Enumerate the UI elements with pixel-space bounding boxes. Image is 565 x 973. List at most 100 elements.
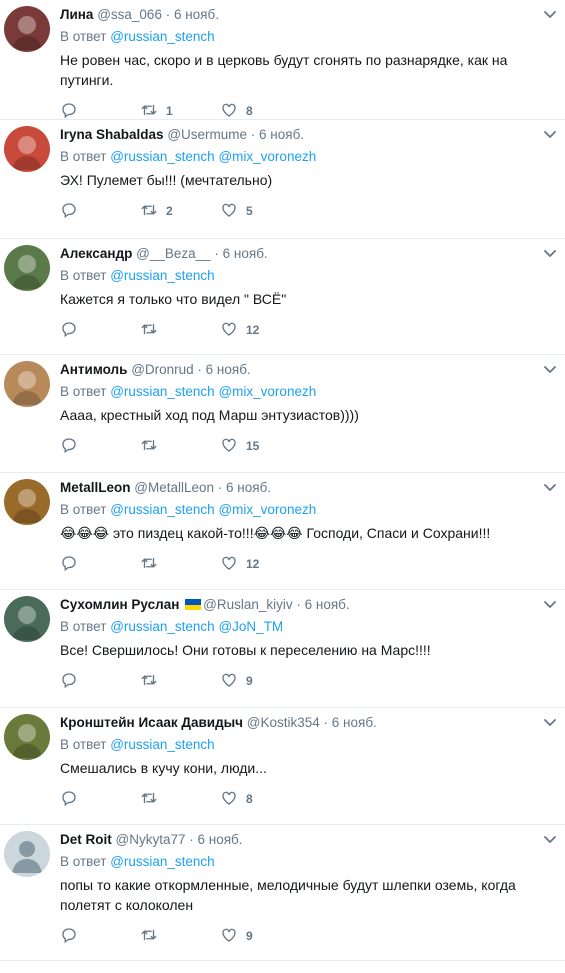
tweet-item[interactable]: MetallLeon @MetallLeon · 6 нояб. В ответ … bbox=[0, 473, 565, 590]
like-count: 9 bbox=[246, 929, 253, 943]
separator-dot: · bbox=[161, 7, 174, 22]
retweet-icon bbox=[140, 926, 166, 947]
display-name[interactable]: Iryna Shabaldas bbox=[60, 127, 164, 142]
avatar[interactable] bbox=[4, 6, 50, 52]
reply-prefix: В ответ bbox=[60, 854, 107, 869]
avatar[interactable] bbox=[4, 714, 50, 760]
mention-link[interactable]: @russian_stench bbox=[110, 737, 215, 752]
reply-button[interactable] bbox=[60, 320, 140, 341]
retweet-button[interactable] bbox=[140, 554, 220, 575]
separator-dot: · bbox=[185, 832, 198, 847]
timestamp[interactable]: 6 нояб. bbox=[198, 832, 243, 847]
timestamp[interactable]: 6 нояб. bbox=[223, 246, 268, 261]
avatar[interactable] bbox=[4, 479, 50, 525]
chevron-down-icon[interactable] bbox=[543, 598, 557, 612]
tweet-item[interactable]: Александр @__Beza__ · 6 нояб. В ответ @ru… bbox=[0, 239, 565, 355]
retweet-button[interactable]: 1 bbox=[140, 101, 220, 122]
display-name[interactable]: Лина bbox=[60, 7, 93, 22]
chevron-down-icon[interactable] bbox=[543, 363, 557, 377]
like-button[interactable]: 9 bbox=[220, 671, 300, 692]
reply-context: В ответ @russian_stench bbox=[60, 28, 535, 46]
reply-button[interactable] bbox=[60, 554, 140, 575]
mention-link[interactable]: @russian_stench bbox=[110, 854, 215, 869]
reply-button[interactable] bbox=[60, 201, 140, 222]
timestamp[interactable]: 6 нояб. bbox=[174, 7, 219, 22]
mention-link[interactable]: @mix_voronezh bbox=[218, 502, 316, 517]
display-name[interactable]: Александр bbox=[60, 246, 132, 261]
like-button[interactable]: 8 bbox=[220, 101, 300, 122]
separator-dot: · bbox=[292, 597, 305, 612]
chevron-down-icon[interactable] bbox=[543, 833, 557, 847]
tweet-actions: 12 bbox=[60, 551, 535, 577]
mention-link[interactable]: @mix_voronezh bbox=[218, 384, 316, 399]
like-button[interactable]: 12 bbox=[220, 554, 300, 575]
reply-prefix: В ответ bbox=[60, 737, 107, 752]
mention-link[interactable]: @russian_stench bbox=[110, 149, 215, 164]
avatar[interactable] bbox=[4, 596, 50, 642]
user-handle[interactable]: @Usermume bbox=[167, 127, 247, 142]
like-button[interactable]: 5 bbox=[220, 201, 300, 222]
like-button[interactable]: 15 bbox=[220, 436, 300, 457]
mention-link[interactable]: @mix_voronezh bbox=[218, 149, 316, 164]
avatar[interactable] bbox=[4, 361, 50, 407]
mention-link[interactable]: @russian_stench bbox=[110, 268, 215, 283]
display-name[interactable]: Сухомлин Руслан bbox=[60, 597, 179, 612]
reply-button[interactable] bbox=[60, 436, 140, 457]
avatar[interactable] bbox=[4, 126, 50, 172]
mention-link[interactable]: @JoN_TM bbox=[218, 619, 283, 634]
timestamp[interactable]: 6 нояб. bbox=[226, 480, 271, 495]
like-button[interactable]: 12 bbox=[220, 320, 300, 341]
user-handle[interactable]: @Dronrud bbox=[131, 362, 193, 377]
avatar[interactable] bbox=[4, 245, 50, 291]
mention-link[interactable]: @russian_stench bbox=[110, 619, 215, 634]
tweet-header: Лина @ssa_066 · 6 нояб. bbox=[60, 6, 535, 24]
timestamp[interactable]: 6 нояб. bbox=[259, 127, 304, 142]
tweet-item[interactable]: Лина @ssa_066 · 6 нояб. В ответ @russian_… bbox=[0, 0, 565, 120]
chevron-down-icon[interactable] bbox=[543, 247, 557, 261]
retweet-button[interactable]: 2 bbox=[140, 201, 220, 222]
display-name[interactable]: MetallLeon bbox=[60, 480, 131, 495]
user-handle[interactable]: @Kostik354 bbox=[247, 715, 320, 730]
tweet-item[interactable]: Det Roit @Nykyta77 · 6 нояб. В ответ @rus… bbox=[0, 825, 565, 961]
like-button[interactable]: 9 bbox=[220, 926, 300, 947]
chevron-down-icon[interactable] bbox=[543, 8, 557, 22]
user-handle[interactable]: @Nykyta77 bbox=[116, 832, 186, 847]
reply-icon bbox=[60, 926, 86, 947]
tweet-text: Все! Свершилось! Они готовы к переселени… bbox=[60, 642, 431, 658]
tweet-item[interactable]: Антимоль @Dronrud · 6 нояб. В ответ @russ… bbox=[0, 355, 565, 473]
chevron-down-icon[interactable] bbox=[543, 716, 557, 730]
chevron-down-icon[interactable] bbox=[543, 128, 557, 142]
tweet-item[interactable]: Сухомлин Руслан @Ruslan_kiyiv · 6 нояб. В… bbox=[0, 590, 565, 708]
user-handle[interactable]: @ssa_066 bbox=[97, 7, 162, 22]
display-name[interactable]: Кронштейн Исаак Давидыч bbox=[60, 715, 243, 730]
like-count: 8 bbox=[246, 792, 253, 806]
chevron-down-icon[interactable] bbox=[543, 481, 557, 495]
user-handle[interactable]: @MetallLeon bbox=[134, 480, 214, 495]
tweet-item[interactable]: Iryna Shabaldas @Usermume · 6 нояб. В отв… bbox=[0, 120, 565, 239]
tweet-text: Аааа, крестный ход под Марш энтузиастов)… bbox=[60, 407, 359, 423]
user-handle[interactable]: @__Beza__ bbox=[136, 246, 211, 261]
retweet-button[interactable] bbox=[140, 671, 220, 692]
separator-dot: · bbox=[214, 480, 227, 495]
avatar[interactable] bbox=[4, 831, 50, 877]
heart-icon bbox=[220, 926, 246, 947]
mention-link[interactable]: @russian_stench bbox=[110, 29, 215, 44]
reply-button[interactable] bbox=[60, 789, 140, 810]
reply-button[interactable] bbox=[60, 101, 140, 122]
reply-button[interactable] bbox=[60, 926, 140, 947]
mention-link[interactable]: @russian_stench bbox=[110, 502, 215, 517]
like-button[interactable]: 8 bbox=[220, 789, 300, 810]
user-handle[interactable]: @Ruslan_kiyiv bbox=[203, 597, 292, 612]
timestamp[interactable]: 6 нояб. bbox=[332, 715, 377, 730]
retweet-button[interactable] bbox=[140, 926, 220, 947]
mention-link[interactable]: @russian_stench bbox=[110, 384, 215, 399]
retweet-button[interactable] bbox=[140, 436, 220, 457]
timestamp[interactable]: 6 нояб. bbox=[206, 362, 251, 377]
reply-button[interactable] bbox=[60, 671, 140, 692]
timestamp[interactable]: 6 нояб. bbox=[305, 597, 350, 612]
display-name[interactable]: Det Roit bbox=[60, 832, 112, 847]
tweet-item[interactable]: Кронштейн Исаак Давидыч @Kostik354 · 6 н… bbox=[0, 708, 565, 825]
display-name[interactable]: Антимоль bbox=[60, 362, 127, 377]
retweet-button[interactable] bbox=[140, 320, 220, 341]
retweet-button[interactable] bbox=[140, 789, 220, 810]
